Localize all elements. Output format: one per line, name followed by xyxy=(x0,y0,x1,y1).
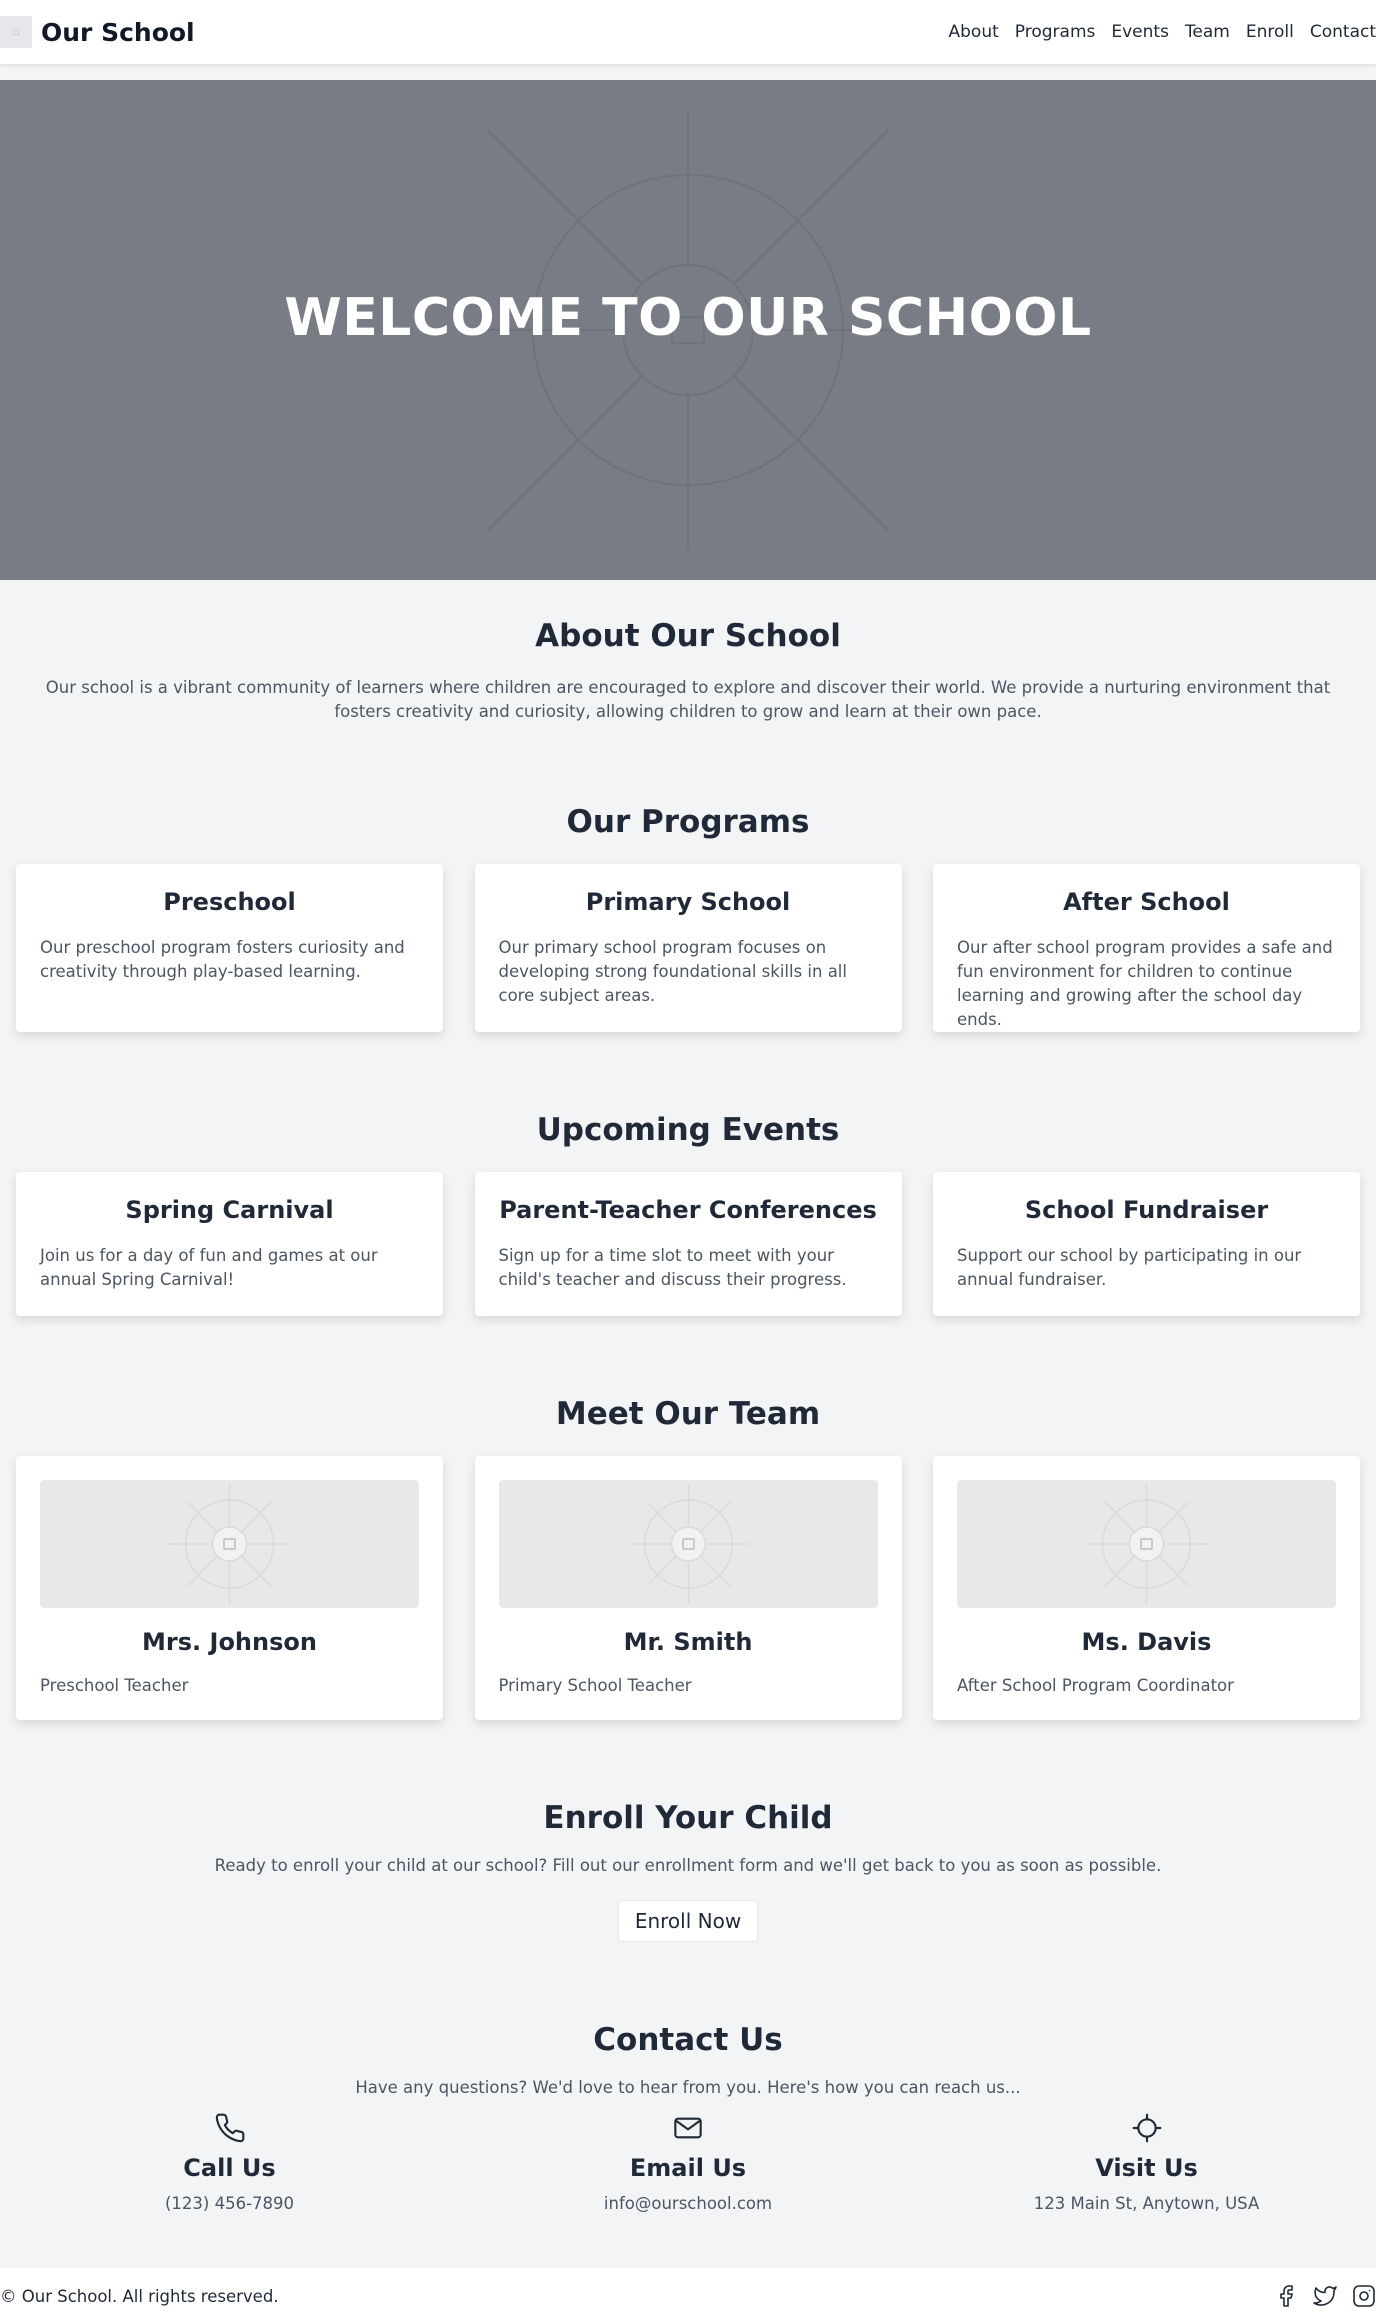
logo-image: ▫ xyxy=(0,16,32,48)
program-card-preschool: Preschool Our preschool program fosters … xyxy=(16,864,443,1032)
contact-email: Email Us info@ourschool.com xyxy=(475,2112,902,2213)
image-placeholder-icon xyxy=(169,1484,290,1604)
contact-visit-title: Visit Us xyxy=(1095,2154,1198,2182)
instagram-link[interactable] xyxy=(1352,2284,1376,2308)
event-card-title: Parent-Teacher Conferences xyxy=(499,1196,877,1224)
team-member-role: Primary School Teacher xyxy=(498,1676,692,1695)
program-card-title: Preschool xyxy=(163,888,296,916)
contact-section: Contact Us Have any questions? We'd love… xyxy=(0,2022,1376,2213)
nav-link-events[interactable]: Events xyxy=(1111,22,1169,42)
contact-visit: Visit Us 123 Main St, Anytown, USA xyxy=(933,2112,1360,2213)
instagram-icon[interactable] xyxy=(1352,2284,1376,2308)
contact-text: Have any questions? We'd love to hear fr… xyxy=(355,2078,1021,2097)
brand[interactable]: ▫ Our School xyxy=(0,0,195,64)
mail-icon[interactable] xyxy=(672,2112,704,2144)
events-cards: Spring Carnival Join us for a day of fun… xyxy=(0,1172,1376,1316)
contact-address-value: 123 Main St, Anytown, USA xyxy=(1033,2194,1260,2213)
nav-link-team[interactable]: Team xyxy=(1185,22,1230,42)
event-card-text: Sign up for a time slot to meet with you… xyxy=(498,1246,847,1289)
contact-email-title: Email Us xyxy=(629,2154,747,2182)
events-title: Upcoming Events xyxy=(536,1112,840,1148)
team-photo xyxy=(498,1480,878,1608)
program-card-primary: Primary School Our primary school progra… xyxy=(474,864,902,1032)
program-card-after-school: After School Our after school program pr… xyxy=(933,864,1360,1032)
site-header: ▫ Our School About Programs Events Team … xyxy=(0,0,1376,64)
team-card-johnson: Mrs. Johnson Preschool Teacher xyxy=(16,1456,443,1720)
nav-link-about[interactable]: About xyxy=(949,22,999,42)
program-card-title: After School xyxy=(1063,888,1230,916)
team-title: Meet Our Team xyxy=(555,1396,821,1432)
event-card-conferences: Parent-Teacher Conferences Sign up for a… xyxy=(474,1172,902,1316)
contact-email-value: info@ourschool.com xyxy=(603,2194,773,2213)
nav-link-programs[interactable]: Programs xyxy=(1015,22,1096,42)
image-placeholder-icon xyxy=(627,1484,749,1604)
event-card-title: School Fundraiser xyxy=(1024,1196,1269,1224)
team-section: Meet Our Team Mrs. Johnson Preschool Tea… xyxy=(0,1396,1376,1720)
facebook-icon[interactable] xyxy=(1274,2284,1298,2308)
event-card-text: Join us for a day of fun and games at ou… xyxy=(40,1246,378,1289)
event-card-title: Spring Carnival xyxy=(125,1196,334,1224)
about-title: About Our School xyxy=(535,618,841,654)
event-card-spring-carnival: Spring Carnival Join us for a day of fun… xyxy=(16,1172,443,1316)
program-card-text: Our preschool program fosters curiosity … xyxy=(40,938,405,981)
team-member-name: Mrs. Johnson xyxy=(142,1628,317,1656)
team-cards: Mrs. Johnson Preschool Teacher Mr. Smith… xyxy=(0,1456,1376,1720)
about-section: About Our School Our school is a vibrant… xyxy=(0,580,1376,724)
team-card-smith: Mr. Smith Primary School Teacher xyxy=(474,1456,902,1720)
brand-name: Our School xyxy=(41,17,195,47)
program-card-title: Primary School xyxy=(585,888,791,916)
contact-call: Call Us (123) 456-7890 xyxy=(16,2112,443,2213)
contact-phone-value: (123) 456-7890 xyxy=(164,2194,295,2213)
enroll-text: Ready to enroll your child at our school… xyxy=(214,1856,1162,1875)
image-placeholder-icon xyxy=(1086,1484,1207,1604)
main-nav: About Programs Events Team Enroll Contac… xyxy=(933,22,1376,42)
phone-icon[interactable] xyxy=(214,2112,246,2144)
team-card-davis: Ms. Davis After School Program Coordinat… xyxy=(933,1456,1360,1720)
team-member-role: After School Program Coordinator xyxy=(957,1676,1234,1695)
programs-cards: Preschool Our preschool program fosters … xyxy=(0,864,1376,1032)
about-text: Our school is a vibrant community of lea… xyxy=(45,678,1331,721)
contact-methods: Call Us (123) 456-7890 Email Us info@our… xyxy=(0,2112,1376,2213)
programs-title: Our Programs xyxy=(566,804,810,840)
contact-title: Contact Us xyxy=(593,2022,783,2058)
program-card-text: Our primary school program focuses on de… xyxy=(498,938,847,1005)
enroll-now-button[interactable]: Enroll Now xyxy=(617,1900,759,1942)
programs-section: Our Programs Preschool Our preschool pro… xyxy=(0,804,1376,1032)
hero-title: WELCOME TO OUR SCHOOL xyxy=(284,288,1092,348)
twitter-link[interactable] xyxy=(1312,2284,1338,2308)
contact-call-title: Call Us xyxy=(183,2154,276,2182)
team-photo xyxy=(957,1480,1336,1608)
hero-banner: WELCOME TO OUR SCHOOL xyxy=(0,80,1376,580)
team-member-name: Ms. Davis xyxy=(1081,1628,1212,1656)
nav-link-enroll[interactable]: Enroll xyxy=(1246,22,1294,42)
enroll-section: Enroll Your Child Ready to enroll your c… xyxy=(0,1800,1376,1942)
event-card-fundraiser: School Fundraiser Support our school by … xyxy=(933,1172,1360,1316)
facebook-link[interactable] xyxy=(1274,2284,1298,2308)
event-card-text: Support our school by participating in o… xyxy=(957,1246,1302,1289)
twitter-icon[interactable] xyxy=(1312,2284,1338,2308)
site-footer: © Our School. All rights reserved. xyxy=(0,2268,1376,2324)
program-card-text: Our after school program provides a safe… xyxy=(957,938,1333,1029)
team-member-name: Mr. Smith xyxy=(623,1628,753,1656)
nav-link-contact[interactable]: Contact xyxy=(1310,22,1376,42)
social-links xyxy=(1260,2284,1376,2308)
team-member-role: Preschool Teacher xyxy=(40,1676,189,1695)
team-photo xyxy=(40,1480,419,1608)
copyright-text: © Our School. All rights reserved. xyxy=(0,2286,279,2306)
events-section: Upcoming Events Spring Carnival Join us … xyxy=(0,1112,1376,1316)
enroll-title: Enroll Your Child xyxy=(543,1800,833,1836)
location-icon[interactable] xyxy=(1131,2112,1163,2144)
